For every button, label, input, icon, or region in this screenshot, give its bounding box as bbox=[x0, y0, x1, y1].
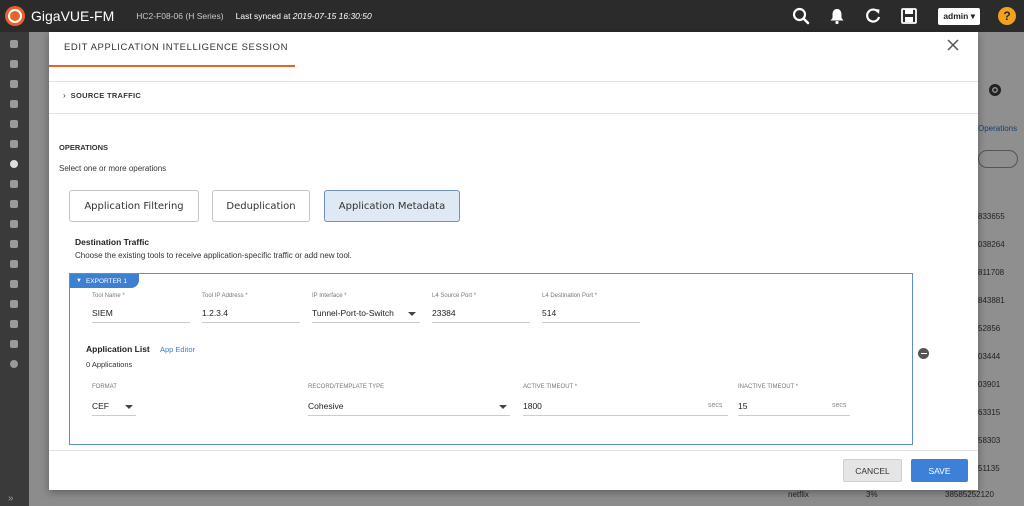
tool-ip-label: Tool IP Address * bbox=[202, 293, 248, 299]
divider bbox=[49, 113, 978, 114]
tool-name-input[interactable]: SIEM bbox=[92, 308, 190, 323]
divider bbox=[49, 81, 978, 82]
application-filtering-button[interactable]: Application Filtering bbox=[69, 190, 199, 222]
record-template-type-label: RECORD/TEMPLATE TYPE bbox=[308, 384, 385, 390]
background-operations-link: Operations bbox=[978, 124, 1018, 133]
l4-source-port-input[interactable]: 23384 bbox=[432, 308, 530, 323]
ip-interface-select[interactable]: Tunnel-Port-to-Switch bbox=[312, 308, 420, 323]
l4-source-port-label: L4 Source Port * bbox=[432, 293, 477, 299]
bell-icon[interactable] bbox=[826, 5, 848, 27]
help-icon[interactable]: ? bbox=[998, 7, 1016, 25]
chevron-down-icon bbox=[125, 405, 133, 409]
gear-icon[interactable] bbox=[10, 340, 18, 348]
visibility-icon[interactable] bbox=[10, 320, 18, 328]
application-count: 0 Applications bbox=[86, 360, 133, 369]
active-timeout-label: ACTIVE TIMEOUT * bbox=[523, 384, 578, 390]
sync-time: 2019-07-15 16:30:50 bbox=[292, 11, 372, 21]
format-label: FORMAT bbox=[92, 384, 117, 390]
l4-destination-port-label: L4 Destination Port * bbox=[542, 293, 598, 299]
eye-icon[interactable] bbox=[10, 200, 18, 208]
chevron-down-icon: ▼ bbox=[76, 278, 82, 284]
cloud-icon[interactable] bbox=[10, 100, 18, 108]
background-value: 03444 bbox=[978, 352, 1001, 361]
background-search-box bbox=[978, 150, 1018, 168]
l4-destination-port-input[interactable]: 514 bbox=[542, 308, 640, 323]
destination-traffic-heading: Destination Traffic bbox=[75, 237, 150, 247]
list-icon[interactable] bbox=[10, 300, 18, 308]
info-icon[interactable] bbox=[10, 360, 18, 368]
gear-icon bbox=[989, 84, 1001, 96]
operations-heading: OPERATIONS bbox=[59, 143, 109, 152]
application-metadata-button[interactable]: Application Metadata bbox=[324, 190, 460, 222]
active-timeout-unit: secs bbox=[708, 402, 723, 409]
background-value: 51135 bbox=[978, 464, 1000, 473]
user-menu-button[interactable]: admin ▾ bbox=[938, 7, 980, 25]
application-list-heading: Application List bbox=[86, 344, 150, 354]
settings-icon[interactable] bbox=[10, 280, 18, 288]
traffic-icon[interactable] bbox=[10, 160, 18, 168]
sync-status: Last synced at 2019-07-15 16:30:50 bbox=[236, 11, 372, 21]
device-name: HC2-F08-06 (H Series) bbox=[136, 11, 224, 21]
user-icon[interactable] bbox=[10, 240, 18, 248]
exporter-tab-label: EXPORTER 1 bbox=[85, 277, 128, 285]
active-tab-underline bbox=[49, 65, 295, 67]
chevron-right-icon: › bbox=[63, 91, 66, 100]
wrench-icon[interactable] bbox=[10, 180, 18, 188]
background-value: 843881 bbox=[978, 296, 1005, 305]
destination-traffic-subtitle: Choose the existing tools to receive app… bbox=[75, 251, 352, 260]
home-icon[interactable] bbox=[10, 40, 18, 48]
grid-icon[interactable] bbox=[10, 220, 18, 228]
background-value: 03901 bbox=[978, 380, 1001, 389]
remove-exporter-icon[interactable] bbox=[918, 348, 929, 359]
background-value: 038264 bbox=[978, 240, 1005, 249]
background-value: 63315 bbox=[978, 408, 1001, 417]
tool-name-label: Tool Name * bbox=[92, 293, 125, 299]
close-icon[interactable] bbox=[946, 38, 960, 52]
tool-ip-input[interactable]: 1.2.3.4 bbox=[202, 308, 300, 323]
record-template-type-select[interactable]: Cohesive bbox=[308, 401, 510, 416]
background-value: 811708 bbox=[978, 268, 1005, 277]
save-icon[interactable] bbox=[898, 5, 920, 27]
refresh-icon[interactable] bbox=[862, 5, 884, 27]
inactive-timeout-label: INACTIVE TIMEOUT * bbox=[738, 384, 799, 390]
divider bbox=[49, 450, 978, 451]
deduplication-button[interactable]: Deduplication bbox=[212, 190, 310, 222]
activity-icon[interactable] bbox=[10, 260, 18, 268]
chevron-down-icon bbox=[499, 405, 507, 409]
background-value: 833655 bbox=[978, 212, 1005, 221]
cancel-button[interactable]: CANCEL bbox=[843, 459, 902, 482]
user-name: admin bbox=[943, 10, 969, 21]
exporter-tab[interactable]: ▼ EXPORTER 1 bbox=[70, 274, 140, 288]
save-button[interactable]: SAVE bbox=[911, 459, 968, 482]
background-row-value: 38585252120 bbox=[945, 490, 994, 499]
top-bar: GigaVUE-FM HC2-F08-06 (H Series) Last sy… bbox=[0, 0, 1024, 32]
background-row-percent: 3% bbox=[866, 490, 878, 499]
background-value: 52856 bbox=[978, 324, 1001, 333]
ip-interface-label: IP Interface * bbox=[312, 293, 347, 299]
modal-title: EDIT APPLICATION INTELLIGENCE SESSION bbox=[64, 42, 289, 53]
sync-prefix: Last synced at bbox=[235, 11, 293, 21]
background-value: 58303 bbox=[978, 436, 1001, 445]
gigamon-logo-icon bbox=[5, 6, 25, 26]
source-traffic-label: SOURCE TRAFFIC bbox=[70, 91, 142, 100]
edit-session-modal: EDIT APPLICATION INTELLIGENCE SESSION › … bbox=[49, 32, 978, 490]
search-icon[interactable] bbox=[790, 5, 812, 27]
operations-subtitle: Select one or more operations bbox=[59, 164, 167, 173]
background-row-name: netflix bbox=[788, 490, 809, 499]
inactive-timeout-unit: secs bbox=[832, 402, 847, 409]
hierarchy-icon[interactable] bbox=[10, 80, 18, 88]
expand-nav-icon[interactable]: » bbox=[8, 493, 14, 504]
exporter-panel: ▼ EXPORTER 1 Tool Name * SIEM Tool IP Ad… bbox=[69, 273, 913, 445]
brand-name: GigaVUE-FM bbox=[31, 8, 115, 24]
left-navigation: » bbox=[0, 32, 29, 506]
sync-icon[interactable] bbox=[10, 140, 18, 148]
chevron-down-icon bbox=[408, 312, 416, 316]
source-traffic-toggle[interactable]: › SOURCE TRAFFIC bbox=[63, 91, 141, 100]
topology-icon[interactable] bbox=[10, 60, 18, 68]
filter-icon[interactable] bbox=[10, 120, 18, 128]
active-timeout-input[interactable]: 1800 bbox=[523, 401, 728, 416]
app-editor-link[interactable]: App Editor bbox=[160, 345, 195, 354]
modal-header: EDIT APPLICATION INTELLIGENCE SESSION bbox=[49, 32, 978, 66]
